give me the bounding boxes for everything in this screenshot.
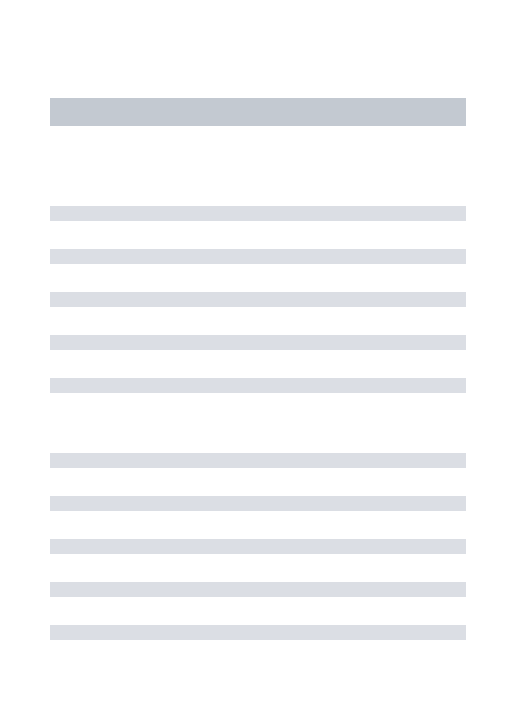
skeleton-line: [50, 453, 466, 468]
skeleton-line: [50, 249, 466, 264]
skeleton-line: [50, 292, 466, 307]
skeleton-header-bar: [50, 98, 466, 126]
skeleton-line: [50, 625, 466, 640]
skeleton-line: [50, 378, 466, 393]
skeleton-line: [50, 582, 466, 597]
skeleton-line: [50, 335, 466, 350]
skeleton-line: [50, 206, 466, 221]
skeleton-line: [50, 496, 466, 511]
skeleton-line: [50, 539, 466, 554]
